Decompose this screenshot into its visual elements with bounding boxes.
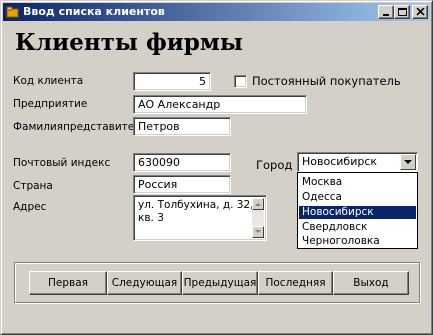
maximize-button[interactable] <box>394 5 410 19</box>
client-code-label: Код клиента <box>13 75 84 87</box>
prev-record-button[interactable]: Предыдущая <box>182 271 258 295</box>
close-icon <box>416 8 425 16</box>
city-option[interactable]: Москва <box>299 176 416 189</box>
city-selected-value: Новосибирск <box>302 155 378 168</box>
address-label: Адрес <box>13 201 47 213</box>
minimize-button[interactable] <box>378 5 394 19</box>
chevron-down-icon <box>404 160 412 164</box>
minimize-icon <box>383 14 389 16</box>
client-code-input[interactable]: 5 <box>133 72 211 91</box>
company-input[interactable]: АО Александр <box>133 95 307 114</box>
city-dropdown-button[interactable] <box>400 154 416 170</box>
postal-code-input[interactable]: 630090 <box>133 153 231 172</box>
permanent-buyer-label: Постоянный покупатель <box>252 74 401 88</box>
city-combobox[interactable]: Новосибирск <box>297 152 418 172</box>
window-title: Ввод списка клиентов <box>23 5 165 18</box>
representative-input[interactable]: Петров <box>133 117 231 136</box>
scroll-up-button[interactable] <box>252 198 264 210</box>
scroll-down-button[interactable] <box>252 226 264 238</box>
next-record-button[interactable]: Следующая <box>107 271 182 295</box>
city-option-selected[interactable]: Новосибирск <box>299 206 416 219</box>
representative-label: Фамилияпредставителя <box>13 121 148 133</box>
country-input[interactable]: Россия <box>133 175 231 194</box>
city-label: Город <box>256 158 293 172</box>
address-text: ул. Толбухина, д. 32, кв. 3 <box>138 199 254 224</box>
title-bar[interactable]: Ввод списка клиентов <box>3 3 430 21</box>
city-option[interactable]: Одесса <box>299 191 416 204</box>
country-label: Страна <box>13 180 53 192</box>
city-option[interactable]: Черноголовка <box>299 235 416 248</box>
arrow-up-icon <box>255 203 261 206</box>
first-record-button[interactable]: Первая <box>29 271 107 295</box>
city-dropdown-list: Москва Одесса Новосибирск Свердловск Чер… <box>297 172 418 249</box>
postal-code-label: Почтовый индекс <box>13 157 111 169</box>
close-button[interactable] <box>412 5 428 19</box>
address-textarea[interactable]: ул. Толбухина, д. 32, кв. 3 <box>133 195 267 241</box>
company-label: Предприятие <box>13 98 88 110</box>
address-scrollbar[interactable] <box>252 198 264 238</box>
permanent-buyer-checkbox[interactable] <box>234 75 247 88</box>
arrow-down-icon <box>255 230 261 233</box>
exit-button[interactable]: Выход <box>333 271 409 295</box>
app-icon <box>6 5 20 19</box>
last-record-button[interactable]: Последняя <box>258 271 333 295</box>
client-list-window: Ввод списка клиентов Клиенты фирмы Код к… <box>0 0 433 335</box>
maximize-icon <box>398 8 407 16</box>
page-title: Клиенты фирмы <box>15 29 243 56</box>
city-option[interactable]: Свердловск <box>299 221 416 234</box>
